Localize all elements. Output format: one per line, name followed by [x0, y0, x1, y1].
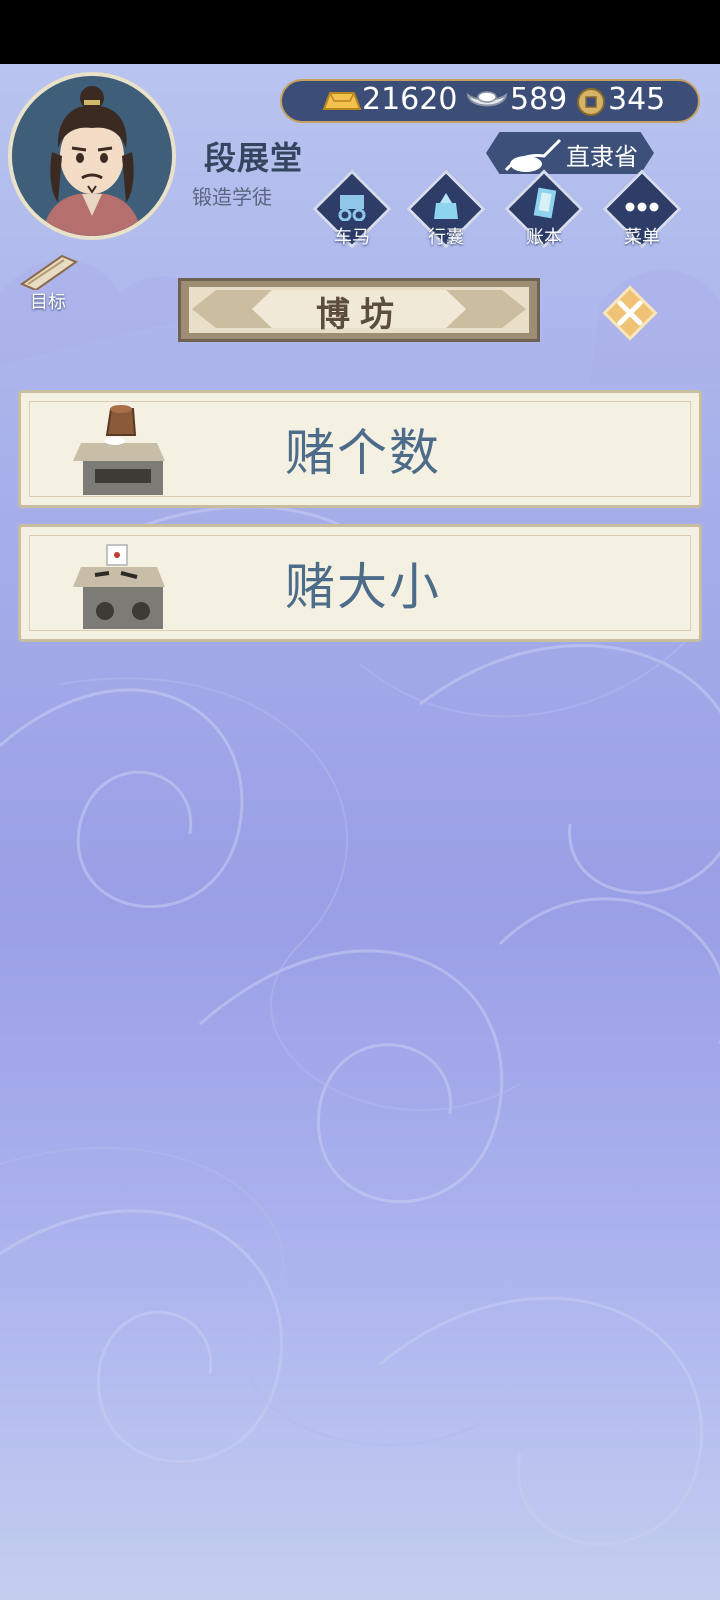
close-icon: [602, 285, 658, 341]
player-name: 段展堂: [204, 139, 304, 177]
coin-amount: 345: [608, 82, 666, 117]
character-portrait-icon: [12, 76, 172, 236]
ledger-button[interactable]: 账本: [502, 169, 586, 253]
cart-icon: [338, 195, 366, 221]
bundle-icon: [434, 193, 458, 219]
status-bar: [0, 0, 720, 64]
location-name: 直隶省: [566, 143, 638, 171]
game-card-size[interactable]: 赌大小: [18, 524, 702, 642]
gold-amount: 21620: [362, 82, 458, 117]
silver-amount: 589: [510, 82, 568, 117]
gold-bar-icon: [322, 92, 362, 110]
copper-coin-icon: [577, 88, 605, 116]
scroll-icon: [19, 254, 79, 290]
book-icon: [533, 187, 557, 219]
game-label-count: 赌个数: [285, 424, 441, 482]
close-button[interactable]: [598, 281, 662, 345]
player-title: 锻造学徒: [192, 185, 272, 209]
carriage-label: 车马: [334, 227, 370, 248]
baggage-label: 行囊: [428, 227, 464, 248]
location-emblem-icon: [504, 138, 562, 172]
ledger-label: 账本: [526, 227, 562, 248]
more-dots-icon: [625, 202, 659, 212]
menu-button[interactable]: 菜单: [600, 169, 684, 253]
game-card-count[interactable]: 赌个数: [18, 390, 702, 508]
game-label-size: 赌大小: [285, 558, 441, 616]
menu-label: 菜单: [624, 227, 660, 248]
silver-ingot-icon: [466, 91, 508, 107]
carriage-button[interactable]: 车马: [310, 169, 394, 253]
baggage-button[interactable]: 行囊: [404, 169, 488, 253]
player-avatar[interactable]: [8, 72, 176, 240]
